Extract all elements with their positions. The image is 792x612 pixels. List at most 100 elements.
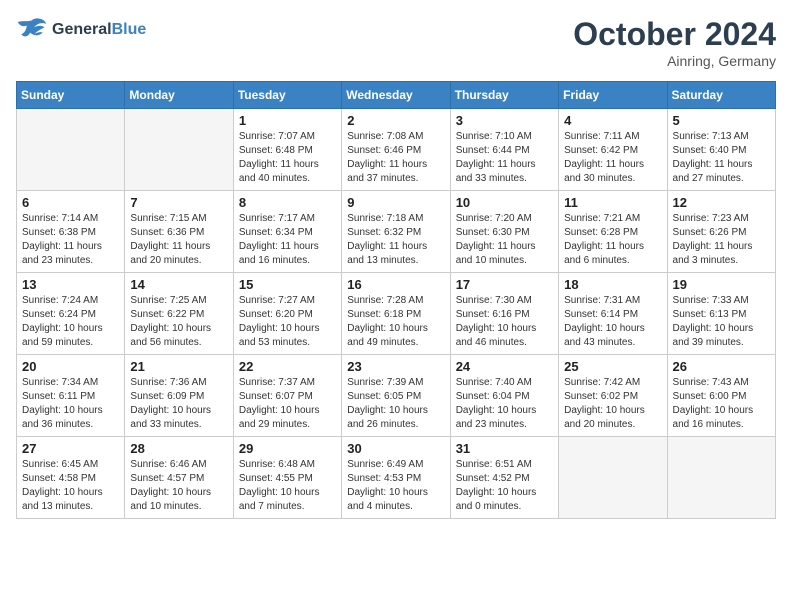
calendar-cell: 14 Sunrise: 7:25 AMSunset: 6:22 PMDaylig… — [125, 273, 233, 355]
day-number: 30 — [347, 441, 444, 456]
calendar-week-row: 20 Sunrise: 7:34 AMSunset: 6:11 PMDaylig… — [17, 355, 776, 437]
day-number: 4 — [564, 113, 661, 128]
day-info: Sunrise: 7:30 AMSunset: 6:16 PMDaylight:… — [456, 294, 553, 350]
calendar-week-row: 13 Sunrise: 7:24 AMSunset: 6:24 PMDaylig… — [17, 273, 776, 355]
calendar-cell — [17, 109, 125, 191]
day-number: 15 — [239, 277, 336, 292]
weekday-header: Wednesday — [342, 82, 450, 109]
day-info: Sunrise: 7:07 AMSunset: 6:48 PMDaylight:… — [239, 130, 336, 186]
calendar-cell: 27 Sunrise: 6:45 AMSunset: 4:58 PMDaylig… — [17, 437, 125, 519]
day-info: Sunrise: 6:51 AMSunset: 4:52 PMDaylight:… — [456, 458, 553, 514]
calendar-week-row: 6 Sunrise: 7:14 AMSunset: 6:38 PMDayligh… — [17, 191, 776, 273]
day-info: Sunrise: 7:40 AMSunset: 6:04 PMDaylight:… — [456, 376, 553, 432]
calendar-cell: 25 Sunrise: 7:42 AMSunset: 6:02 PMDaylig… — [559, 355, 667, 437]
day-info: Sunrise: 7:37 AMSunset: 6:07 PMDaylight:… — [239, 376, 336, 432]
calendar-week-row: 27 Sunrise: 6:45 AMSunset: 4:58 PMDaylig… — [17, 437, 776, 519]
day-info: Sunrise: 7:31 AMSunset: 6:14 PMDaylight:… — [564, 294, 661, 350]
day-number: 21 — [130, 359, 227, 374]
day-number: 17 — [456, 277, 553, 292]
day-info: Sunrise: 7:15 AMSunset: 6:36 PMDaylight:… — [130, 212, 227, 268]
weekday-header: Friday — [559, 82, 667, 109]
title-block: October 2024 Ainring, Germany — [573, 16, 776, 69]
calendar-cell: 30 Sunrise: 6:49 AMSunset: 4:53 PMDaylig… — [342, 437, 450, 519]
page-header: GeneralBlue October 2024 Ainring, German… — [16, 16, 776, 69]
day-info: Sunrise: 6:48 AMSunset: 4:55 PMDaylight:… — [239, 458, 336, 514]
day-info: Sunrise: 7:39 AMSunset: 6:05 PMDaylight:… — [347, 376, 444, 432]
calendar-cell: 10 Sunrise: 7:20 AMSunset: 6:30 PMDaylig… — [450, 191, 558, 273]
calendar-cell: 23 Sunrise: 7:39 AMSunset: 6:05 PMDaylig… — [342, 355, 450, 437]
calendar-cell: 19 Sunrise: 7:33 AMSunset: 6:13 PMDaylig… — [667, 273, 775, 355]
day-number: 14 — [130, 277, 227, 292]
day-number: 20 — [22, 359, 119, 374]
day-number: 25 — [564, 359, 661, 374]
day-number: 19 — [673, 277, 770, 292]
day-info: Sunrise: 7:13 AMSunset: 6:40 PMDaylight:… — [673, 130, 770, 186]
day-info: Sunrise: 6:46 AMSunset: 4:57 PMDaylight:… — [130, 458, 227, 514]
day-info: Sunrise: 7:42 AMSunset: 6:02 PMDaylight:… — [564, 376, 661, 432]
logo: GeneralBlue — [16, 16, 146, 44]
day-number: 9 — [347, 195, 444, 210]
day-number: 1 — [239, 113, 336, 128]
day-info: Sunrise: 7:21 AMSunset: 6:28 PMDaylight:… — [564, 212, 661, 268]
calendar-cell: 2 Sunrise: 7:08 AMSunset: 6:46 PMDayligh… — [342, 109, 450, 191]
calendar-cell: 1 Sunrise: 7:07 AMSunset: 6:48 PMDayligh… — [233, 109, 341, 191]
calendar-cell: 8 Sunrise: 7:17 AMSunset: 6:34 PMDayligh… — [233, 191, 341, 273]
day-number: 10 — [456, 195, 553, 210]
logo-text: GeneralBlue — [52, 20, 146, 39]
calendar-cell: 17 Sunrise: 7:30 AMSunset: 6:16 PMDaylig… — [450, 273, 558, 355]
day-info: Sunrise: 7:11 AMSunset: 6:42 PMDaylight:… — [564, 130, 661, 186]
month-title: October 2024 — [573, 16, 776, 53]
day-info: Sunrise: 7:17 AMSunset: 6:34 PMDaylight:… — [239, 212, 336, 268]
day-number: 28 — [130, 441, 227, 456]
calendar-cell: 26 Sunrise: 7:43 AMSunset: 6:00 PMDaylig… — [667, 355, 775, 437]
day-number: 12 — [673, 195, 770, 210]
location: Ainring, Germany — [573, 53, 776, 69]
calendar-week-row: 1 Sunrise: 7:07 AMSunset: 6:48 PMDayligh… — [17, 109, 776, 191]
calendar-cell — [125, 109, 233, 191]
calendar-cell: 20 Sunrise: 7:34 AMSunset: 6:11 PMDaylig… — [17, 355, 125, 437]
day-info: Sunrise: 6:49 AMSunset: 4:53 PMDaylight:… — [347, 458, 444, 514]
day-number: 2 — [347, 113, 444, 128]
calendar-cell: 13 Sunrise: 7:24 AMSunset: 6:24 PMDaylig… — [17, 273, 125, 355]
day-info: Sunrise: 7:34 AMSunset: 6:11 PMDaylight:… — [22, 376, 119, 432]
day-info: Sunrise: 7:33 AMSunset: 6:13 PMDaylight:… — [673, 294, 770, 350]
calendar-cell — [667, 437, 775, 519]
day-number: 6 — [22, 195, 119, 210]
calendar-cell — [559, 437, 667, 519]
calendar-cell: 21 Sunrise: 7:36 AMSunset: 6:09 PMDaylig… — [125, 355, 233, 437]
day-number: 7 — [130, 195, 227, 210]
day-number: 8 — [239, 195, 336, 210]
day-info: Sunrise: 7:43 AMSunset: 6:00 PMDaylight:… — [673, 376, 770, 432]
day-number: 27 — [22, 441, 119, 456]
calendar-cell: 15 Sunrise: 7:27 AMSunset: 6:20 PMDaylig… — [233, 273, 341, 355]
day-number: 26 — [673, 359, 770, 374]
day-number: 29 — [239, 441, 336, 456]
weekday-header: Saturday — [667, 82, 775, 109]
weekday-header: Monday — [125, 82, 233, 109]
calendar-cell: 16 Sunrise: 7:28 AMSunset: 6:18 PMDaylig… — [342, 273, 450, 355]
calendar-cell: 4 Sunrise: 7:11 AMSunset: 6:42 PMDayligh… — [559, 109, 667, 191]
calendar-cell: 31 Sunrise: 6:51 AMSunset: 4:52 PMDaylig… — [450, 437, 558, 519]
weekday-header: Thursday — [450, 82, 558, 109]
day-info: Sunrise: 7:20 AMSunset: 6:30 PMDaylight:… — [456, 212, 553, 268]
calendar-cell: 9 Sunrise: 7:18 AMSunset: 6:32 PMDayligh… — [342, 191, 450, 273]
day-info: Sunrise: 7:14 AMSunset: 6:38 PMDaylight:… — [22, 212, 119, 268]
day-info: Sunrise: 7:10 AMSunset: 6:44 PMDaylight:… — [456, 130, 553, 186]
calendar-cell: 28 Sunrise: 6:46 AMSunset: 4:57 PMDaylig… — [125, 437, 233, 519]
day-info: Sunrise: 7:24 AMSunset: 6:24 PMDaylight:… — [22, 294, 119, 350]
day-number: 18 — [564, 277, 661, 292]
day-number: 16 — [347, 277, 444, 292]
day-info: Sunrise: 7:08 AMSunset: 6:46 PMDaylight:… — [347, 130, 444, 186]
day-number: 5 — [673, 113, 770, 128]
day-info: Sunrise: 7:25 AMSunset: 6:22 PMDaylight:… — [130, 294, 227, 350]
day-info: Sunrise: 7:27 AMSunset: 6:20 PMDaylight:… — [239, 294, 336, 350]
calendar-cell: 6 Sunrise: 7:14 AMSunset: 6:38 PMDayligh… — [17, 191, 125, 273]
calendar-cell: 18 Sunrise: 7:31 AMSunset: 6:14 PMDaylig… — [559, 273, 667, 355]
calendar-cell: 12 Sunrise: 7:23 AMSunset: 6:26 PMDaylig… — [667, 191, 775, 273]
day-info: Sunrise: 7:28 AMSunset: 6:18 PMDaylight:… — [347, 294, 444, 350]
calendar-cell: 29 Sunrise: 6:48 AMSunset: 4:55 PMDaylig… — [233, 437, 341, 519]
day-info: Sunrise: 7:18 AMSunset: 6:32 PMDaylight:… — [347, 212, 444, 268]
day-number: 23 — [347, 359, 444, 374]
calendar-cell: 5 Sunrise: 7:13 AMSunset: 6:40 PMDayligh… — [667, 109, 775, 191]
day-number: 24 — [456, 359, 553, 374]
